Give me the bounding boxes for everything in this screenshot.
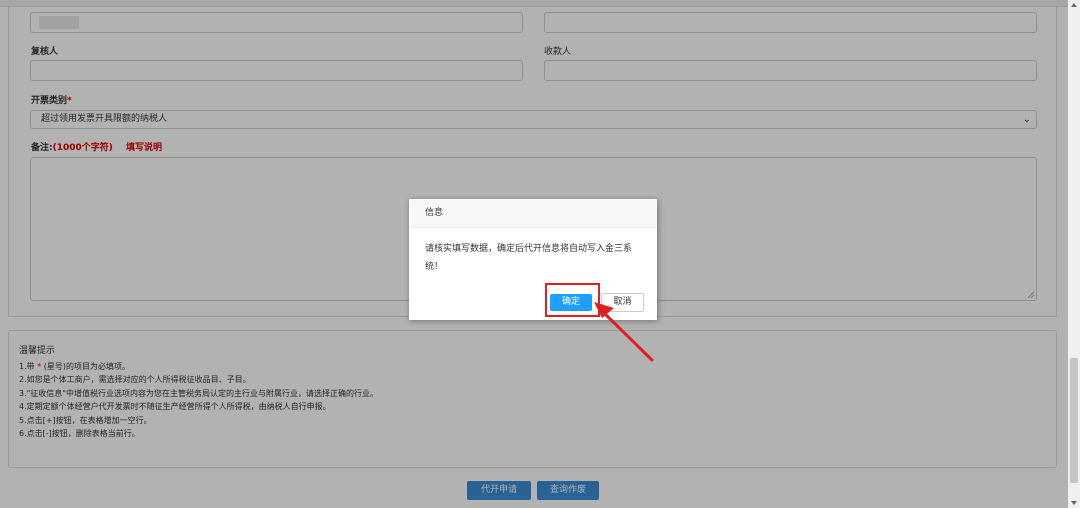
red-arrow-icon <box>594 302 654 362</box>
dialog-message: 请核实填写数据，确定后代开信息将自动写入金三系统！ <box>425 244 633 272</box>
dialog-title: 信息 <box>409 199 657 228</box>
scroll-up-icon[interactable] <box>1071 3 1077 7</box>
scroll-down-icon[interactable] <box>1071 501 1077 505</box>
page-scrollbar[interactable] <box>1068 0 1080 508</box>
scrollbar-thumb[interactable] <box>1070 358 1078 483</box>
